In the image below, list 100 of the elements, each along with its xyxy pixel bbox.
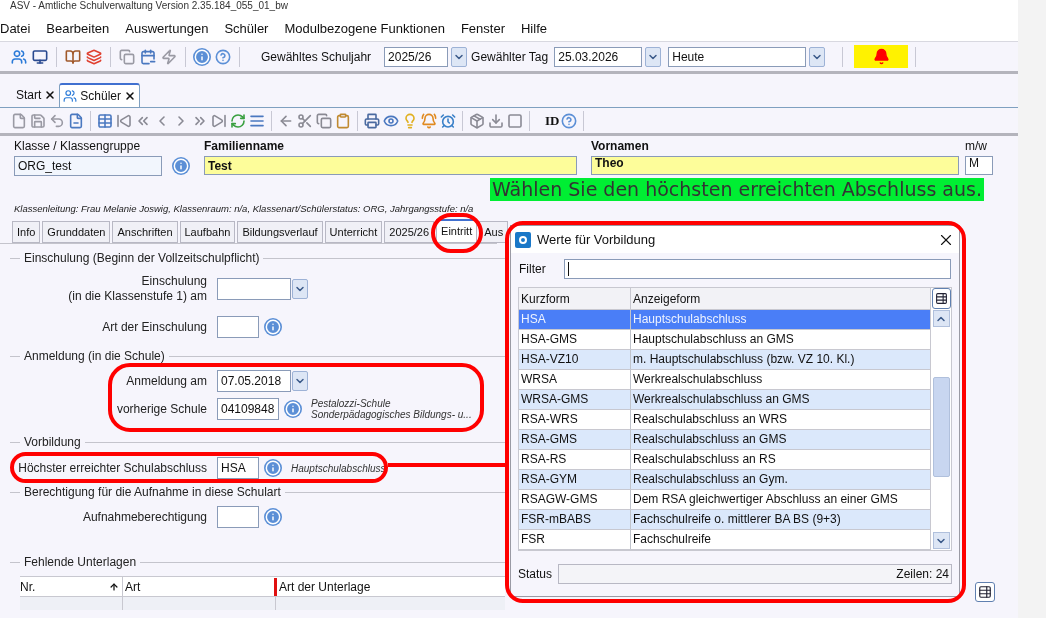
table-cell: HSA: [519, 310, 631, 329]
column-header[interactable]: Kurzform: [519, 288, 631, 309]
dropdown-button[interactable]: [809, 46, 826, 67]
copy-icon[interactable]: [315, 111, 333, 130]
code-field[interactable]: HSA: [217, 457, 259, 479]
info-icon[interactable]: [264, 318, 282, 336]
help-icon[interactable]: [560, 111, 579, 130]
table-icon[interactable]: [96, 111, 114, 130]
menu-item[interactable]: Bearbeiten: [46, 19, 110, 39]
tab[interactable]: Unterricht: [324, 221, 383, 243]
list-row[interactable]: WRSA Werkrealschulabschluss: [519, 370, 930, 390]
dropdown-button[interactable]: [451, 46, 468, 67]
app-logo-icon: [515, 231, 531, 248]
tab[interactable]: Info: [12, 221, 41, 243]
list-row[interactable]: RSA-GYM Realschulabschluss an Gym.: [519, 470, 930, 490]
alarm-clock-icon[interactable]: [439, 111, 457, 130]
class-info-text: Klassenleitung: Frau Melanie Joswig, Klassenraum: n/a, Klassenart/Schülerstatus: ORG, Jahrgangsstufe: n/a: [14, 203, 474, 214]
close-icon[interactable]: [124, 90, 137, 102]
menu-item[interactable]: Fenster: [460, 19, 505, 39]
monitor-icon[interactable]: [31, 47, 49, 66]
clipboard-icon[interactable]: [334, 111, 352, 130]
column-chooser-button[interactable]: [975, 582, 995, 602]
column-header[interactable]: Anzeigeform: [631, 288, 930, 309]
tab[interactable]: 2025/26: [384, 221, 435, 243]
mode-field[interactable]: Heute: [668, 46, 807, 67]
filter-field[interactable]: [563, 259, 951, 279]
document-tab[interactable]: Schüler: [59, 83, 141, 107]
list-row[interactable]: RSAGW-GMS Dem RSA gleichwertiger Abschluss an einer GMS: [519, 490, 930, 510]
table-cell: RSAGW-GMS: [519, 490, 631, 509]
column-header[interactable]: Nr.: [20, 577, 122, 596]
last-name-field[interactable]: Test: [204, 156, 577, 175]
menu-item[interactable]: Hilfe: [521, 19, 547, 39]
gender-field[interactable]: M: [965, 156, 993, 175]
scissors-icon[interactable]: [296, 111, 314, 130]
list-row[interactable]: RSA-RS Realschulabschluss an RS: [519, 450, 930, 470]
book-icon[interactable]: [64, 47, 82, 66]
copy-icon[interactable]: [118, 47, 136, 66]
menu-item[interactable]: Modulbezogene Funktionen: [284, 19, 445, 39]
list-row[interactable]: HSA-VZ10 m. Hauptschulabschluss (bzw. VZ 10. Kl.): [519, 350, 930, 370]
table-cell: RSA-WRS: [519, 410, 631, 429]
printer-icon[interactable]: [363, 111, 381, 130]
list-row[interactable]: WRSA-GMS Werkrealschulabschluss an GMS: [519, 390, 930, 410]
tab[interactable]: Eintritt: [436, 219, 478, 243]
dropdown-button[interactable]: [292, 371, 308, 391]
list-row[interactable]: FSR Fachschulreife: [519, 530, 930, 550]
menu-item[interactable]: Auswertungen: [125, 19, 209, 39]
form-remove-icon[interactable]: [67, 111, 85, 130]
list-row[interactable]: RSA-WRS Realschulabschluss an WRS: [519, 410, 930, 430]
tab[interactable]: Laufbahn: [179, 221, 236, 243]
refresh-icon[interactable]: [229, 111, 247, 130]
date-field[interactable]: 25.03.2026: [554, 46, 643, 67]
alarm-button[interactable]: [854, 45, 909, 68]
menu-item[interactable]: Datei: [0, 19, 31, 39]
column-header[interactable]: Art der Unterlage: [277, 577, 505, 596]
table-cell-text: Dem RSA gleichwertiger Abschluss an einer GMS: [632, 491, 899, 508]
info-icon[interactable]: [264, 459, 282, 477]
table-cell: HSA-VZ10: [519, 350, 631, 369]
info-icon[interactable]: [193, 47, 211, 66]
bell-icon: [872, 48, 890, 65]
save-icon[interactable]: [29, 111, 47, 130]
caption: Wählen Sie den höchsten erreichten Abschluss aus.: [490, 178, 984, 201]
first-name-field[interactable]: Theo: [591, 156, 959, 175]
calendar-icon[interactable]: [139, 47, 157, 66]
info-icon[interactable]: [172, 157, 190, 175]
section-title: Anmeldung (in die Schule): [23, 348, 166, 365]
help-icon[interactable]: [214, 47, 232, 66]
scrollbar-thumb[interactable]: [932, 377, 950, 477]
lightning-icon[interactable]: [160, 47, 178, 66]
tab[interactable]: Bildungsverlauf: [237, 221, 323, 243]
scroll-down-button[interactable]: [932, 532, 950, 549]
school-year-field[interactable]: 2025/26: [384, 46, 449, 67]
id-button[interactable]: ID: [545, 110, 560, 131]
people-icon[interactable]: [10, 47, 28, 66]
document-icon[interactable]: [10, 111, 28, 130]
people-icon: [63, 89, 78, 103]
info-icon[interactable]: [264, 508, 282, 526]
download-icon[interactable]: [487, 111, 505, 130]
date-field[interactable]: 07.05.2018: [217, 370, 291, 392]
close-icon[interactable]: [44, 89, 57, 101]
list-row[interactable]: FSR-mBABS Fachschulreife o. mittlerer BA BS (9+3): [519, 510, 930, 530]
code-field[interactable]: [217, 506, 259, 528]
list-row[interactable]: HSA-GMS Hauptschulabschluss an GMS: [519, 330, 930, 350]
menu-item[interactable]: Schüler: [224, 19, 269, 39]
code-field[interactable]: 04109848: [217, 398, 279, 420]
tab[interactable]: Anschriften: [112, 221, 178, 243]
tab[interactable]: Grunddaten: [42, 221, 111, 243]
date-field[interactable]: [217, 278, 291, 300]
section-title: Fehlende Unterlagen: [23, 554, 138, 571]
list-row[interactable]: RSA-GMS Realschulabschluss an GMS: [519, 430, 930, 450]
dropdown-button[interactable]: [645, 46, 662, 67]
code-field[interactable]: [217, 316, 259, 338]
dropdown-button[interactable]: [292, 279, 308, 299]
package-icon[interactable]: [468, 111, 486, 130]
square-icon[interactable]: [506, 111, 524, 130]
info-icon[interactable]: [284, 400, 302, 418]
toolbar-label: Gewählter Tag: [471, 48, 549, 66]
class-field[interactable]: ORG_test: [14, 156, 162, 176]
bell-icon[interactable]: [420, 111, 438, 130]
column-chooser-button[interactable]: [931, 288, 951, 309]
scroll-up-button[interactable]: [932, 310, 950, 327]
